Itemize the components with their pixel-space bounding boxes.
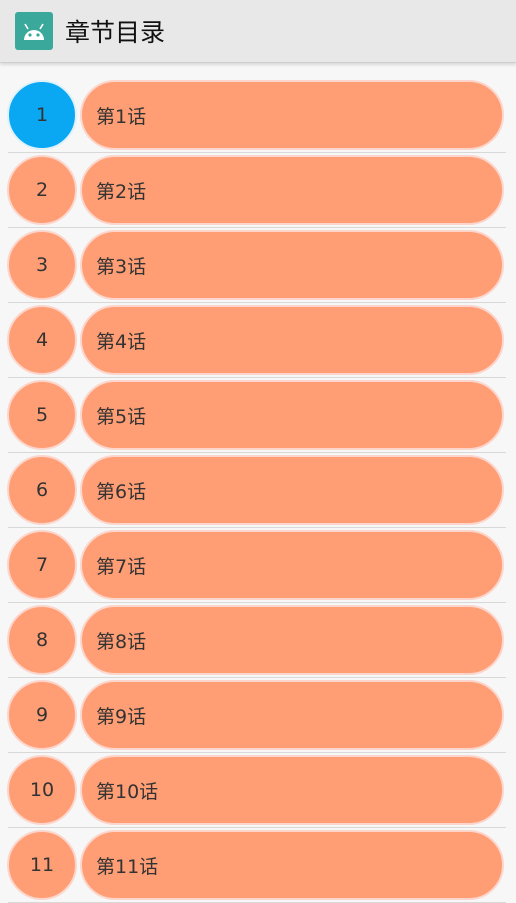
chapter-button[interactable]: 第3话 xyxy=(80,230,504,300)
chapter-button[interactable]: 第8话 xyxy=(80,605,504,675)
chapter-row[interactable]: 1 第1话 xyxy=(0,78,516,153)
chapter-row[interactable]: 9 第9话 xyxy=(0,678,516,753)
android-icon xyxy=(15,12,53,50)
chapter-button[interactable]: 第11话 xyxy=(80,830,504,900)
chapter-button[interactable]: 第7话 xyxy=(80,530,504,600)
chapter-button[interactable]: 第6话 xyxy=(80,455,504,525)
chapter-row[interactable]: 2 第2话 xyxy=(0,153,516,228)
chapter-number[interactable]: 4 xyxy=(7,305,77,375)
chapter-number[interactable]: 10 xyxy=(7,755,77,825)
chapter-button[interactable]: 第4话 xyxy=(80,305,504,375)
chapter-number[interactable]: 6 xyxy=(7,455,77,525)
chapter-number[interactable]: 8 xyxy=(7,605,77,675)
chapter-number[interactable]: 5 xyxy=(7,380,77,450)
chapter-row[interactable]: 7 第7话 xyxy=(0,528,516,603)
chapter-button[interactable]: 第5话 xyxy=(80,380,504,450)
chapter-row[interactable]: 10 第10话 xyxy=(0,753,516,828)
page-title: 章节目录 xyxy=(65,18,166,47)
chapter-number[interactable]: 1 xyxy=(7,80,77,150)
chapter-number[interactable]: 9 xyxy=(7,680,77,750)
chapter-list: 1 第1话 2 第2话 3 第3话 4 第4话 5 第5话 6 第6话 7 第7… xyxy=(0,78,516,903)
chapter-button[interactable]: 第10话 xyxy=(80,755,504,825)
chapter-row[interactable]: 6 第6话 xyxy=(0,453,516,528)
chapter-row[interactable]: 3 第3话 xyxy=(0,228,516,303)
chapter-row[interactable]: 4 第4话 xyxy=(0,303,516,378)
chapter-number[interactable]: 7 xyxy=(7,530,77,600)
chapter-row[interactable]: 5 第5话 xyxy=(0,378,516,453)
chapter-number[interactable]: 11 xyxy=(7,830,77,900)
chapter-button[interactable]: 第9话 xyxy=(80,680,504,750)
chapter-row[interactable]: 11 第11话 xyxy=(0,828,516,903)
app-bar: 章节目录 xyxy=(0,0,516,63)
chapter-button[interactable]: 第1话 xyxy=(80,80,504,150)
chapter-number[interactable]: 2 xyxy=(7,155,77,225)
chapter-button[interactable]: 第2话 xyxy=(80,155,504,225)
chapter-row[interactable]: 8 第8话 xyxy=(0,603,516,678)
chapter-number[interactable]: 3 xyxy=(7,230,77,300)
